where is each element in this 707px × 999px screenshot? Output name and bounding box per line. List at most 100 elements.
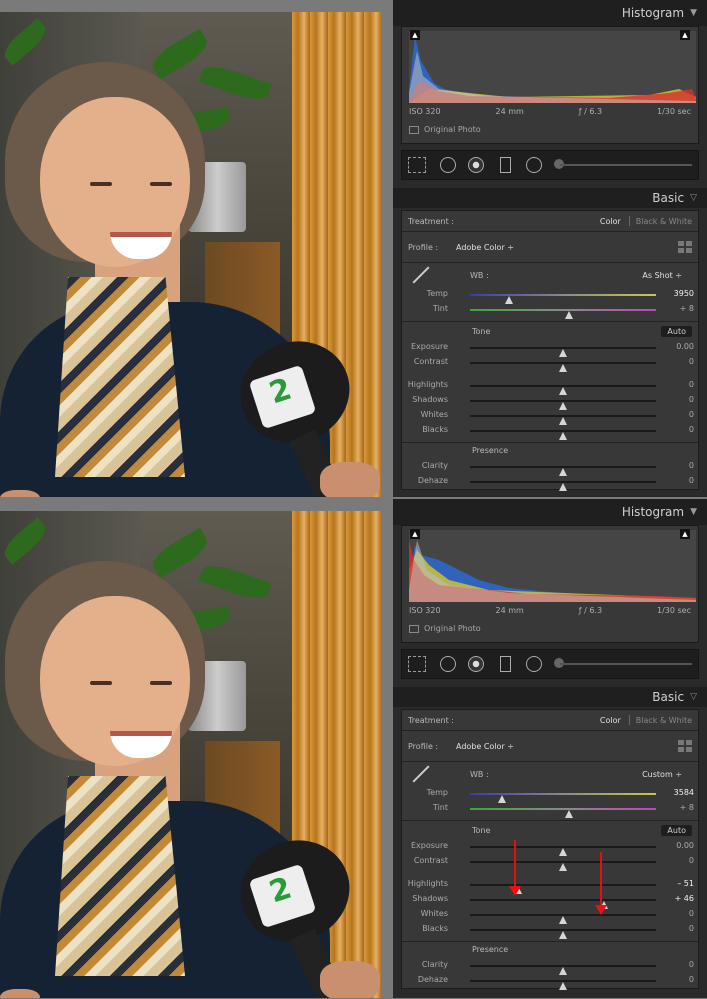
profile-row: Profile : Adobe Color ÷ [402,730,698,761]
histogram-header[interactable]: Histogram ▼ [393,0,707,26]
contrast-slider-thumb[interactable] [559,364,567,372]
tint-slider[interactable] [470,309,656,319]
shadows-value[interactable]: + 46 [654,894,694,903]
profile-select[interactable]: Adobe Color ÷ [456,742,678,751]
graduated-filter-icon[interactable] [500,157,511,173]
dehaze-slider-thumb[interactable] [559,982,567,990]
iso-value: ISO 320 [409,107,441,116]
contrast-value[interactable]: 0 [654,357,694,366]
highlights-value[interactable]: 0 [654,380,694,389]
profile-browser-icon[interactable] [678,740,692,752]
original-photo-toggle[interactable]: Original Photo [409,125,481,134]
temp-slider[interactable] [470,793,656,803]
highlights-slider[interactable] [470,884,656,894]
collapse-triangle-icon[interactable]: ▽ [690,692,697,702]
wb-select[interactable]: As Shot ÷ [642,271,682,280]
contrast-value[interactable]: 0 [654,856,694,865]
blacks-slider-thumb[interactable] [559,432,567,440]
whites-slider[interactable] [470,415,656,425]
dehaze-slider-thumb[interactable] [559,483,567,491]
crop-tool-icon[interactable] [408,157,426,173]
shadows-slider[interactable] [470,899,656,909]
blacks-slider-row: Blacks 0 [402,423,698,440]
whites-slider[interactable] [470,914,656,924]
eyedropper-icon[interactable] [408,763,430,785]
contrast-slider-thumb[interactable] [559,863,567,871]
contrast-slider[interactable] [470,362,656,372]
wb-label: WB : [470,270,489,280]
clarity-slider[interactable] [470,965,656,975]
clarity-value[interactable]: 0 [654,461,694,470]
profile-browser-icon[interactable] [678,241,692,253]
whites-value[interactable]: 0 [654,410,694,419]
collapse-triangle-icon[interactable]: ▼ [690,8,697,18]
temp-value[interactable]: 3950 [654,289,694,298]
tint-slider[interactable] [470,808,656,818]
temp-value[interactable]: 3584 [654,788,694,797]
red-eye-icon[interactable] [468,656,484,672]
dehaze-value[interactable]: 0 [654,476,694,485]
tool-slider[interactable] [560,663,692,665]
exposure-value[interactable]: 0.00 [654,841,694,850]
shadows-value[interactable]: 0 [654,395,694,404]
tool-slider[interactable] [560,164,692,166]
histogram-header[interactable]: Histogram ▼ [393,499,707,525]
tint-value[interactable]: + 8 [654,803,694,812]
highlight-clipping-icon[interactable]: ▲ [680,529,690,539]
contrast-slider[interactable] [470,861,656,871]
treatment-color-option[interactable]: Color [600,217,621,226]
blacks-value[interactable]: 0 [654,924,694,933]
spot-removal-icon[interactable] [440,157,456,173]
basic-title: Basic [652,191,685,205]
wb-select[interactable]: Custom ÷ [642,770,682,779]
basic-header[interactable]: Basic ▽ [393,687,707,707]
exposure-value[interactable]: 0.00 [654,342,694,351]
collapse-triangle-icon[interactable]: ▽ [690,193,697,203]
clarity-value[interactable]: 0 [654,960,694,969]
tone-label: Tone [472,326,491,336]
shadow-clipping-icon[interactable]: ▲ [410,529,420,539]
whites-value[interactable]: 0 [654,909,694,918]
checkbox-icon[interactable] [409,624,419,633]
graduated-filter-icon[interactable] [500,656,511,672]
eyedropper-icon[interactable] [408,264,430,286]
red-eye-icon[interactable] [468,157,484,173]
blacks-slider-thumb[interactable] [559,931,567,939]
basic-header[interactable]: Basic ▽ [393,188,707,208]
treatment-bw-option[interactable]: Black & White [636,217,692,226]
crop-tool-icon[interactable] [408,656,426,672]
collapse-triangle-icon[interactable]: ▼ [690,507,697,517]
treatment-row: Treatment : Color Black & White [402,710,698,730]
treatment-color-option[interactable]: Color [600,716,621,725]
radial-filter-icon[interactable] [526,656,542,672]
exposure-slider-row: Exposure 0.00 [402,839,698,856]
dehaze-slider[interactable] [470,980,656,990]
histogram-graph[interactable] [409,530,696,602]
temp-slider[interactable] [470,294,656,304]
profile-select[interactable]: Adobe Color ÷ [456,243,678,252]
spot-removal-icon[interactable] [440,656,456,672]
blacks-slider[interactable] [470,929,656,939]
auto-button[interactable]: Auto [661,325,692,337]
blacks-slider[interactable] [470,430,656,440]
tint-value[interactable]: + 8 [654,304,694,313]
checkbox-icon[interactable] [409,125,419,134]
shadows-slider[interactable] [470,400,656,410]
highlights-value[interactable]: – 51 [654,879,694,888]
blacks-value[interactable]: 0 [654,425,694,434]
highlight-clipping-icon[interactable]: ▲ [680,30,690,40]
highlights-slider[interactable] [470,385,656,395]
radial-filter-icon[interactable] [526,157,542,173]
auto-button[interactable]: Auto [661,824,692,836]
tint-slider-thumb[interactable] [564,311,573,319]
exposure-slider[interactable] [470,846,656,856]
dehaze-value[interactable]: 0 [654,975,694,984]
tint-slider-thumb[interactable] [564,810,573,818]
exposure-slider[interactable] [470,347,656,357]
original-photo-toggle[interactable]: Original Photo [409,624,481,633]
histogram-graph[interactable] [409,31,696,103]
treatment-bw-option[interactable]: Black & White [636,716,692,725]
shadow-clipping-icon[interactable]: ▲ [410,30,420,40]
dehaze-slider[interactable] [470,481,656,491]
clarity-slider[interactable] [470,466,656,476]
